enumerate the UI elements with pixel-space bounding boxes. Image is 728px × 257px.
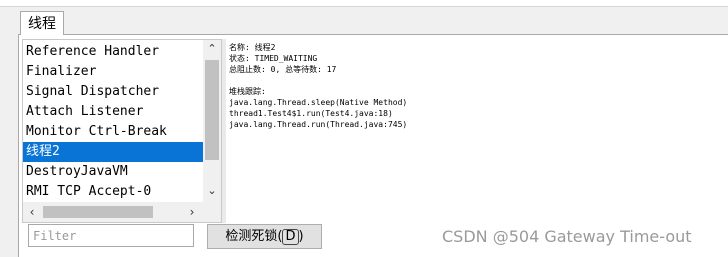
thread-list-item[interactable]: Signal Dispatcher bbox=[23, 82, 203, 102]
vertical-scrollbar[interactable]: ⌃ ⌄ bbox=[203, 40, 221, 202]
thread-counts-line: 总阻止数: 0, 总等待数: 17 bbox=[229, 65, 337, 74]
scroll-left-icon[interactable]: ‹ bbox=[23, 202, 41, 222]
thread-details: 名称: 线程2 状态: TIMED_WAITING 总阻止数: 0, 总等待数: 1… bbox=[226, 39, 706, 223]
thread-list-item-selected[interactable]: 线程2 bbox=[23, 142, 203, 162]
thread-list-item[interactable]: Finalizer bbox=[23, 62, 203, 82]
detect-deadlock-label: 检测死锁( bbox=[225, 229, 283, 244]
thread-list-item[interactable]: DestroyJavaVM bbox=[23, 162, 203, 182]
stack-trace-title: 堆栈跟踪: bbox=[229, 87, 266, 96]
horizontal-scroll-thumb[interactable] bbox=[43, 206, 153, 218]
filter-input[interactable] bbox=[28, 224, 194, 247]
stack-frame: java.lang.Thread.sleep(Native Method) bbox=[229, 98, 408, 107]
thread-list-items: Reference Handler Finalizer Signal Dispa… bbox=[23, 42, 203, 202]
scrollbar-corner bbox=[203, 202, 221, 222]
detect-deadlock-button[interactable]: 检测死锁(D) bbox=[207, 224, 322, 249]
watermark: CSDN @504 Gateway Time-out bbox=[442, 227, 692, 246]
stack-frame: java.lang.Thread.run(Thread.java:745) bbox=[229, 120, 408, 129]
vertical-scroll-thumb[interactable] bbox=[205, 60, 219, 160]
scroll-up-icon[interactable]: ⌃ bbox=[203, 40, 221, 58]
detect-deadlock-suffix: ) bbox=[298, 229, 304, 244]
horizontal-scrollbar[interactable]: ‹ › bbox=[23, 202, 203, 222]
top-strip bbox=[0, 0, 728, 7]
tab-threads[interactable]: 线程 bbox=[20, 11, 64, 35]
thread-list-item[interactable]: RMI TCP Accept-0 bbox=[23, 182, 203, 202]
thread-list-item[interactable]: Attach Listener bbox=[23, 102, 203, 122]
thread-list-item[interactable]: Monitor Ctrl-Break bbox=[23, 122, 203, 142]
thread-list-item[interactable]: Reference Handler bbox=[23, 42, 203, 62]
detect-deadlock-mnemonic: D bbox=[282, 229, 299, 245]
stack-frame: thread1.Test4$1.run(Test4.java:18) bbox=[229, 109, 393, 118]
scroll-down-icon[interactable]: ⌄ bbox=[203, 182, 221, 200]
thread-state-line: 状态: TIMED_WAITING bbox=[229, 54, 318, 63]
thread-name-line: 名称: 线程2 bbox=[229, 43, 276, 52]
thread-list[interactable]: Reference Handler Finalizer Signal Dispa… bbox=[22, 39, 222, 223]
scroll-right-icon[interactable]: › bbox=[183, 202, 201, 222]
